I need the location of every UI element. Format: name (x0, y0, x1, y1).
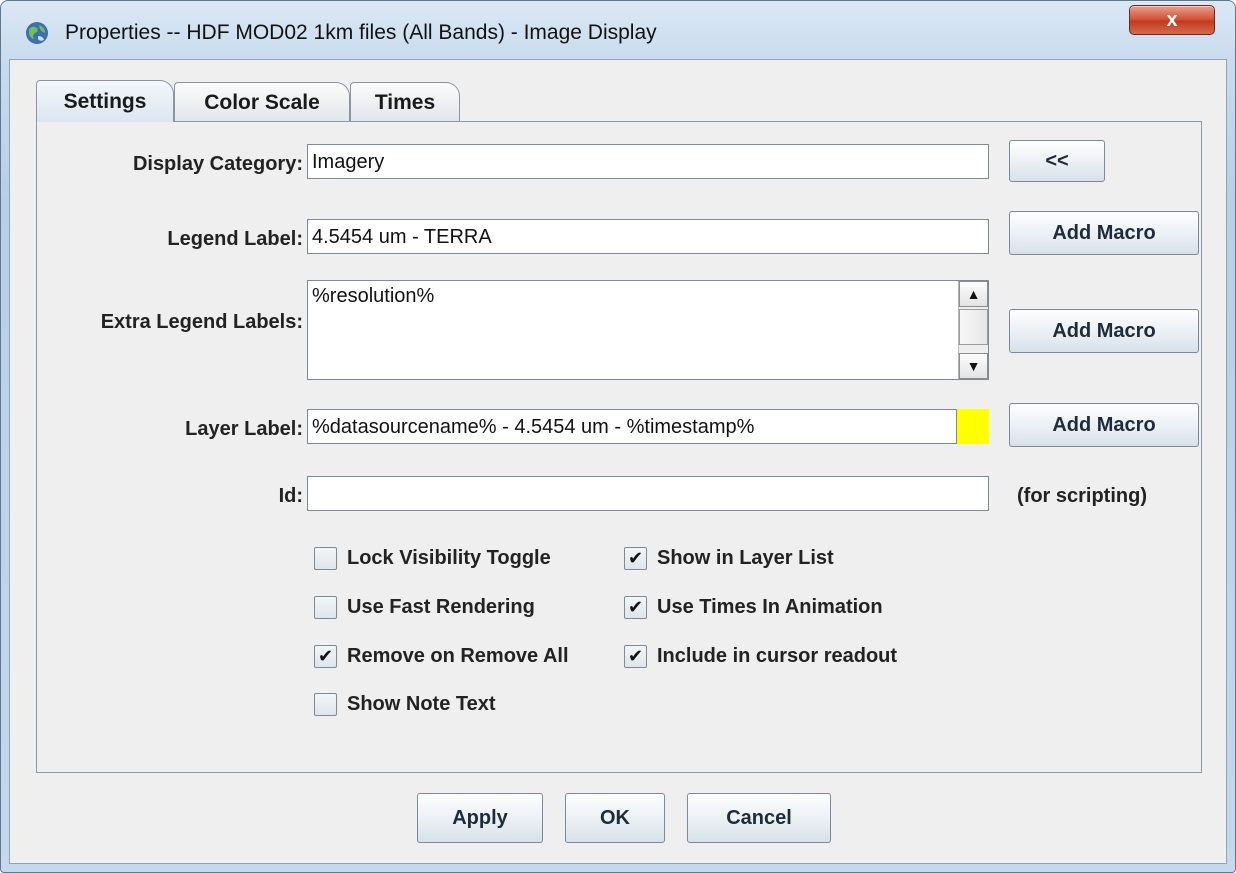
extra-legend-add-macro-button[interactable]: Add Macro (1009, 309, 1199, 353)
scroll-down-icon[interactable]: ▼ (959, 353, 988, 379)
textarea-scrollbar[interactable]: ▲ ▼ (958, 281, 988, 379)
include-in-cursor-readout-checkbox[interactable]: ✔ Include in cursor readout (624, 641, 897, 671)
checkbox-label: Show Note Text (347, 692, 496, 715)
checkbox-icon: ✔ (314, 644, 337, 668)
checkbox-label: Include in cursor readout (657, 644, 898, 667)
use-fast-rendering-checkbox[interactable]: Use Fast Rendering (314, 592, 535, 622)
show-in-layer-list-checkbox[interactable]: ✔ Show in Layer List (624, 543, 834, 573)
layer-label-field[interactable]: %datasourcename% - 4.5454 um - %timestam… (307, 409, 957, 444)
scroll-thumb[interactable] (959, 309, 988, 345)
checkbox-icon (314, 546, 337, 570)
tab-label: Times (374, 90, 436, 114)
checkbox-icon: ✔ (624, 595, 647, 619)
tab-label: Color Scale (204, 90, 320, 114)
checkbox-label: Use Times In Animation (657, 595, 883, 618)
dialog-content: Settings Color Scale Times Display Categ… (9, 59, 1227, 864)
checkbox-label: Remove on Remove All (347, 644, 569, 667)
checkbox-label: Lock Visibility Toggle (347, 546, 551, 569)
legend-label-label: Legend Label: (167, 228, 303, 250)
globe-app-icon (26, 22, 48, 44)
layer-add-macro-button[interactable]: Add Macro (1009, 403, 1199, 447)
remove-on-remove-all-checkbox[interactable]: ✔ Remove on Remove All (314, 641, 569, 671)
close-button[interactable]: x (1129, 5, 1215, 35)
checkbox-icon: ✔ (624, 644, 647, 668)
settings-panel: Display Category: Imagery << Legend Labe… (36, 121, 1202, 773)
show-note-text-checkbox[interactable]: Show Note Text (314, 689, 496, 719)
tab-label: Settings (63, 89, 147, 113)
legend-label-field[interactable]: 4.5454 um - TERRA (307, 219, 989, 254)
ok-button[interactable]: OK (565, 793, 665, 843)
layer-label-label: Layer Label: (185, 418, 303, 440)
checkbox-label: Show in Layer List (657, 546, 834, 569)
apply-button[interactable]: Apply (417, 793, 543, 843)
id-field[interactable] (307, 476, 989, 511)
extra-legend-labels-label: Extra Legend Labels: (100, 311, 303, 333)
category-collapse-button[interactable]: << (1009, 140, 1105, 182)
window-title: Properties -- HDF MOD02 1km files (All B… (65, 21, 657, 44)
properties-dialog: Properties -- HDF MOD02 1km files (All B… (0, 0, 1236, 873)
title-bar: Properties -- HDF MOD02 1km files (All B… (1, 1, 1235, 59)
tab-settings[interactable]: Settings (36, 80, 174, 122)
tab-color-scale[interactable]: Color Scale (174, 82, 350, 122)
tab-times[interactable]: Times (350, 82, 460, 122)
scroll-up-icon[interactable]: ▲ (959, 281, 988, 307)
close-icon: x (1166, 8, 1178, 31)
layer-label-color-swatch[interactable] (957, 409, 989, 444)
checkbox-icon (314, 692, 337, 716)
display-category-field[interactable]: Imagery (307, 144, 989, 179)
id-label: Id: (278, 485, 303, 507)
cancel-button[interactable]: Cancel (687, 793, 831, 843)
lock-visibility-toggle-checkbox[interactable]: Lock Visibility Toggle (314, 543, 551, 573)
display-category-label: Display Category: (132, 153, 303, 175)
id-hint: (for scripting) (1017, 485, 1147, 507)
legend-add-macro-button[interactable]: Add Macro (1009, 211, 1199, 255)
checkbox-label: Use Fast Rendering (347, 595, 535, 618)
checkbox-icon (314, 595, 337, 619)
use-times-in-animation-checkbox[interactable]: ✔ Use Times In Animation (624, 592, 883, 622)
checkbox-icon: ✔ (624, 546, 647, 570)
extra-legend-labels-text: %resolution% (312, 285, 435, 307)
extra-legend-labels-textarea[interactable]: %resolution% ▲ ▼ (307, 280, 989, 380)
